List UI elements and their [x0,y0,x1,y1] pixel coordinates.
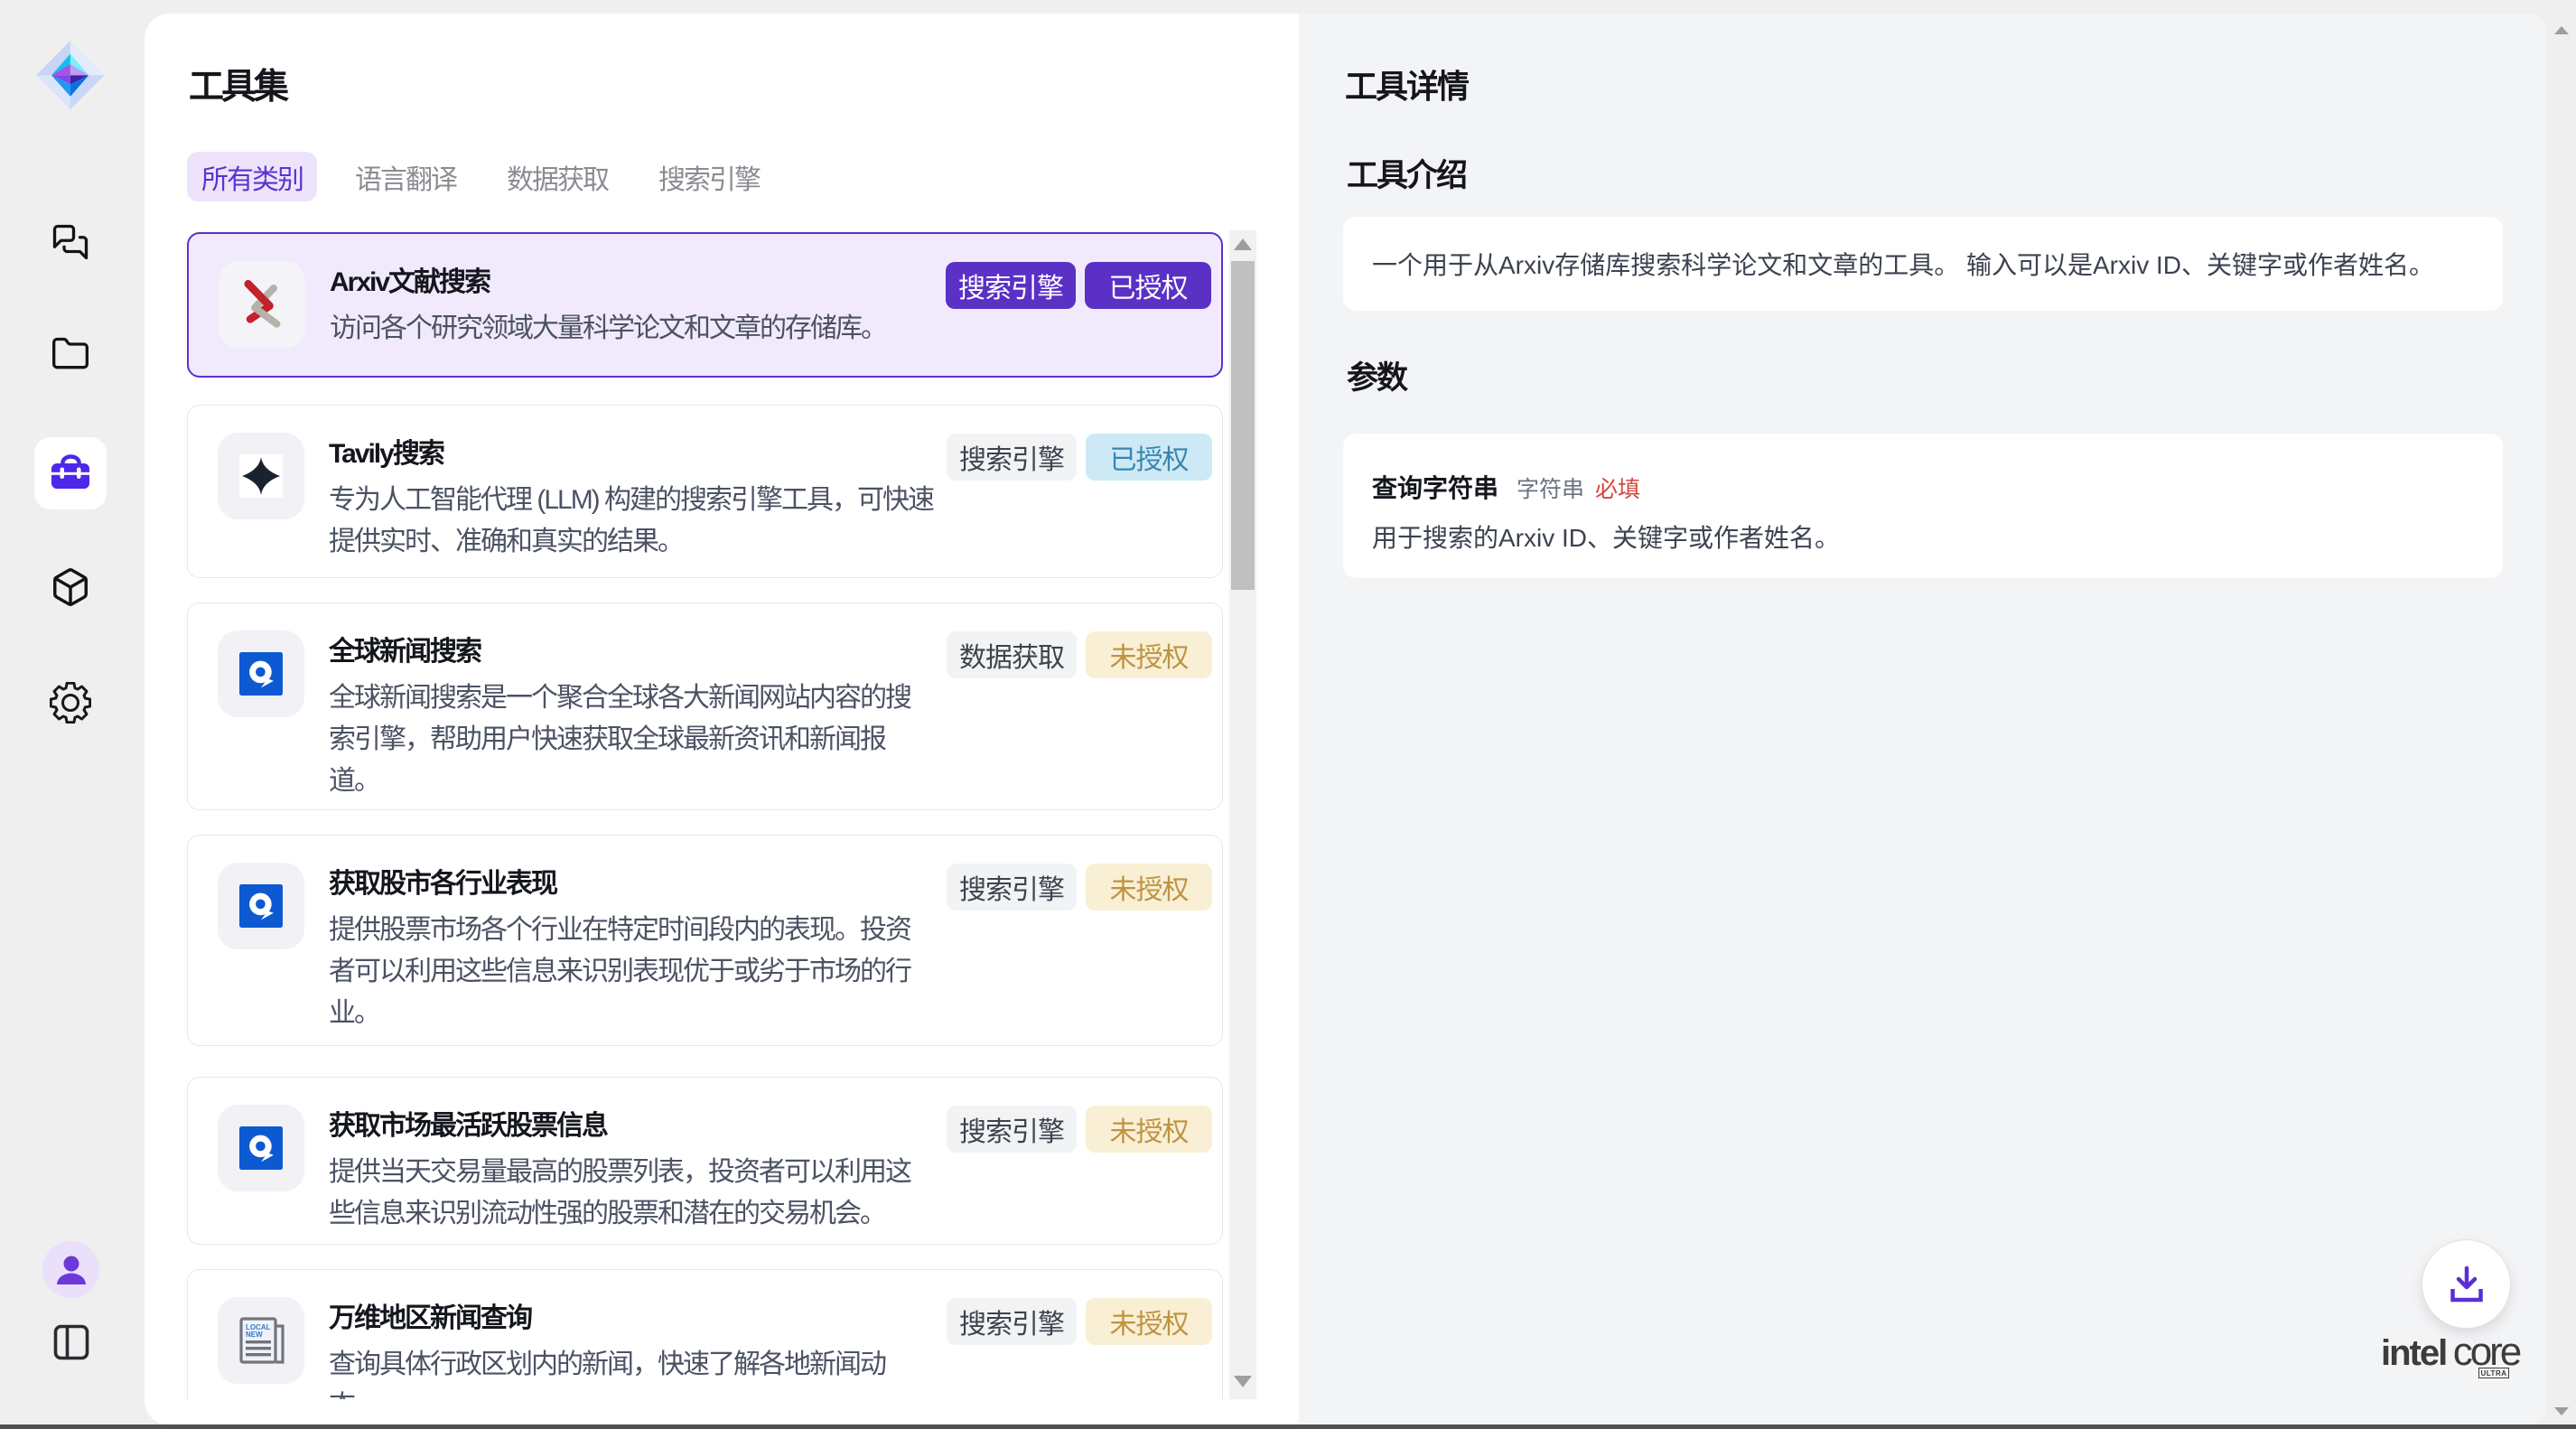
svg-text:NEW: NEW [246,1331,263,1339]
